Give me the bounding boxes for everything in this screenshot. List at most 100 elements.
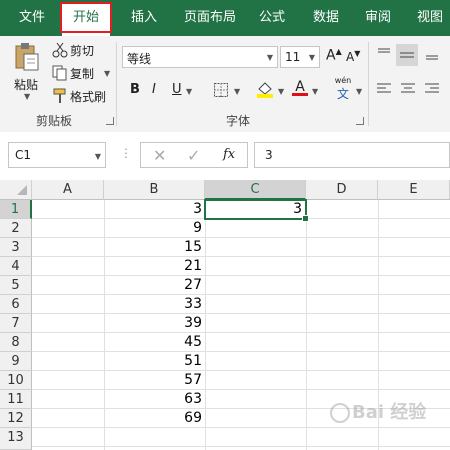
underline-dropdown-icon[interactable]: ▼	[186, 87, 192, 96]
borders-dropdown-icon[interactable]: ▼	[234, 87, 240, 96]
font-name-dropdown-icon: ▼	[266, 53, 273, 62]
table-row	[32, 295, 450, 314]
cell-b5[interactable]: 27	[104, 276, 202, 295]
cell-b2[interactable]: 9	[104, 219, 202, 238]
align-center-icon[interactable]	[400, 82, 416, 99]
row-header-2[interactable]: 2	[0, 219, 32, 238]
cell-c1-value: 3	[293, 201, 302, 217]
italic-button[interactable]: I	[152, 82, 156, 97]
phonetic-guide-button[interactable]: wén 文	[332, 76, 354, 102]
grow-font-label: A	[326, 47, 336, 64]
paste-dropdown-icon[interactable]: ▼	[24, 92, 30, 101]
copy-button[interactable]: 复制	[70, 65, 94, 82]
font-color-dropdown-icon[interactable]: ▼	[312, 87, 318, 96]
cell-b4[interactable]: 21	[104, 257, 202, 276]
shrink-font-button[interactable]: A▼	[346, 49, 360, 64]
format-painter-icon	[52, 88, 68, 107]
cell-b1[interactable]: 3	[104, 200, 202, 219]
clipboard-group-label: 剪贴板	[36, 114, 73, 128]
column-header-c[interactable]: C	[205, 180, 306, 200]
group-separator	[116, 42, 117, 126]
formula-value: 3	[265, 148, 273, 162]
row-header-3[interactable]: 3	[0, 238, 32, 257]
row-header-1[interactable]: 1	[0, 200, 32, 219]
font-size-dropdown-icon: ▼	[308, 53, 315, 62]
paste-icon	[15, 43, 39, 71]
borders-icon[interactable]	[214, 83, 228, 100]
select-all-corner[interactable]	[0, 180, 32, 200]
insert-function-button[interactable]: fx	[223, 147, 235, 162]
cell-b11[interactable]: 63	[104, 390, 202, 409]
table-row	[32, 352, 450, 371]
active-cell-c1[interactable]: 3	[204, 199, 309, 222]
formula-bar-grip-icon: ⋮	[120, 146, 132, 160]
cut-icon	[52, 42, 68, 61]
name-box[interactable]: C1 ▼	[8, 142, 106, 168]
font-launcher-icon[interactable]	[356, 117, 364, 125]
bold-button[interactable]: B	[130, 82, 140, 97]
formula-input[interactable]: 3	[254, 142, 450, 168]
cell-b8[interactable]: 45	[104, 333, 202, 352]
fill-handle[interactable]	[302, 215, 309, 222]
column-header-d[interactable]: D	[306, 180, 378, 200]
row-header-13[interactable]: 13	[0, 428, 32, 450]
tab-file[interactable]: 文件	[10, 0, 54, 36]
cell-b12[interactable]: 69	[104, 409, 202, 428]
name-box-value: C1	[15, 148, 32, 162]
cell-b7[interactable]: 39	[104, 314, 202, 333]
row-header-5[interactable]: 5	[0, 276, 32, 295]
watermark-text: Bai 经验	[352, 402, 427, 423]
font-name-select[interactable]: 等线 ▼	[122, 46, 278, 68]
group-separator	[368, 42, 369, 126]
cell-b9[interactable]: 51	[104, 352, 202, 371]
font-group-label: 字体	[226, 114, 251, 128]
cell-b10[interactable]: 57	[104, 371, 202, 390]
column-header-a[interactable]: A	[32, 180, 104, 200]
tab-view[interactable]: 视图	[410, 0, 450, 36]
fill-color-dropdown-icon[interactable]: ▼	[278, 87, 284, 96]
table-row	[32, 219, 450, 238]
enter-icon[interactable]: ✓	[187, 146, 200, 165]
tab-data[interactable]: 数据	[306, 0, 346, 36]
tab-insert[interactable]: 插入	[122, 0, 166, 36]
cancel-icon[interactable]: ✕	[153, 146, 166, 165]
fill-color-icon[interactable]	[256, 80, 274, 101]
row-header-6[interactable]: 6	[0, 295, 32, 314]
cell-b3[interactable]: 15	[104, 238, 202, 257]
clipboard-launcher-icon[interactable]	[106, 117, 114, 125]
row-header-9[interactable]: 9	[0, 352, 32, 371]
grow-font-button[interactable]: A▲	[326, 47, 342, 64]
phonetic-dropdown-icon[interactable]: ▼	[356, 87, 362, 96]
align-middle-icon[interactable]	[396, 44, 418, 66]
font-size-select[interactable]: 11 ▼	[280, 46, 320, 68]
font-color-button[interactable]: A	[292, 79, 308, 96]
row-header-11[interactable]: 11	[0, 390, 32, 409]
tab-page-layout[interactable]: 页面布局	[178, 0, 242, 36]
column-gridline	[306, 200, 307, 450]
row-header-4[interactable]: 4	[0, 257, 32, 276]
row-header-7[interactable]: 7	[0, 314, 32, 333]
column-header-b[interactable]: B	[104, 180, 205, 200]
align-right-icon[interactable]	[424, 82, 440, 99]
copy-dropdown-icon[interactable]: ▼	[104, 69, 110, 78]
cell-b6[interactable]: 33	[104, 295, 202, 314]
align-top-icon[interactable]	[376, 46, 392, 65]
underline-button[interactable]: U	[172, 82, 182, 97]
cut-button[interactable]: 剪切	[70, 42, 94, 59]
shrink-font-label: A	[346, 50, 355, 64]
paste-label[interactable]: 粘贴	[14, 76, 38, 93]
row-header-8[interactable]: 8	[0, 333, 32, 352]
phonetic-character: 文	[336, 87, 349, 101]
row-header-10[interactable]: 10	[0, 371, 32, 390]
format-painter-button[interactable]: 格式刷	[70, 88, 106, 105]
name-box-dropdown-icon: ▼	[94, 152, 101, 161]
column-header-e[interactable]: E	[378, 180, 450, 200]
align-left-icon[interactable]	[376, 82, 392, 99]
tab-review[interactable]: 审阅	[358, 0, 398, 36]
column-gridline	[205, 200, 206, 450]
tab-formulas[interactable]: 公式	[252, 0, 292, 36]
paste-button[interactable]	[12, 42, 40, 75]
phonetic-pinyin: wén	[334, 76, 352, 85]
align-bottom-icon[interactable]	[424, 46, 440, 65]
row-header-12[interactable]: 12	[0, 409, 32, 428]
